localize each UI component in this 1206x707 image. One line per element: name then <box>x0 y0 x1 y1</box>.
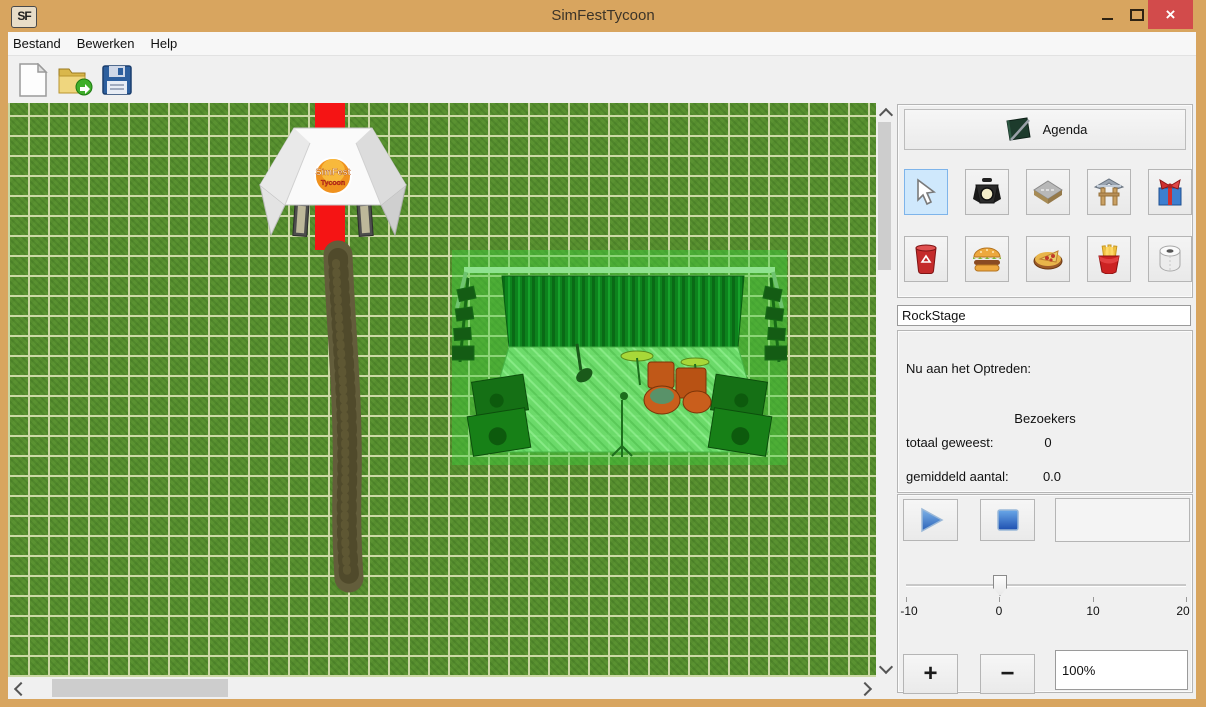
entrance-tent[interactable]: SimFest Tycoon <box>258 123 408 245</box>
cursor-icon <box>913 178 939 206</box>
turnstile-right <box>357 203 373 237</box>
open-file-icon <box>57 63 93 97</box>
pizza-icon <box>1032 246 1064 272</box>
average-visitors-value: 0.0 <box>1012 469 1092 484</box>
scroll-right-icon[interactable] <box>858 682 872 696</box>
tent-logo-text-2: Tycoon <box>321 180 345 187</box>
new-file-icon <box>18 63 48 97</box>
visitors-stats-group: Nu aan het Optreden: Bezoekers totaal ge… <box>897 330 1193 493</box>
stop-button[interactable] <box>980 499 1035 541</box>
save-icon <box>101 64 133 96</box>
turnstile-left <box>293 203 309 237</box>
horizontal-scroll-thumb[interactable] <box>52 679 228 697</box>
tools-group: Agenda <box>897 104 1193 298</box>
close-icon: × <box>1166 0 1176 29</box>
stage-preview[interactable] <box>452 250 787 465</box>
gift-icon <box>1155 177 1185 207</box>
slider-tick <box>999 597 1000 602</box>
tool-entrance-gate-button[interactable] <box>1087 169 1131 215</box>
total-visitors-value: 0 <box>1008 435 1088 450</box>
total-visitors-label: totaal geweest: <box>906 435 993 450</box>
slider-tick <box>1093 597 1094 602</box>
scroll-up-icon[interactable] <box>879 108 893 122</box>
fries-icon <box>1095 244 1123 274</box>
zoom-out-button[interactable]: − <box>980 654 1035 694</box>
entrance-gate-icon <box>1093 177 1125 207</box>
speed-slider-track[interactable] <box>906 584 1186 587</box>
window-frame-bottom <box>0 699 1206 707</box>
tool-gift-button[interactable] <box>1148 169 1192 215</box>
speaker-stack-right <box>708 374 772 456</box>
agenda-button[interactable]: Agenda <box>904 109 1186 150</box>
tool-road-button[interactable] <box>1026 169 1070 215</box>
menu-bar: Bestand Bewerken Help <box>8 32 1196 56</box>
slider-label-ten: 10 <box>1086 604 1099 618</box>
tool-trash-bin-button[interactable] <box>904 236 948 282</box>
menu-bestand[interactable]: Bestand <box>8 32 69 55</box>
toolbar <box>8 56 1196 103</box>
window-frame-right <box>1196 32 1206 699</box>
app-window: SF SimFestTycoon × Bestand Bewerken Help <box>0 0 1206 707</box>
now-performing-label: Nu aan het Optreden: <box>906 361 1031 376</box>
window-title: SimFestTycoon <box>0 0 1206 32</box>
tool-pizza-button[interactable] <box>1026 236 1070 282</box>
title-bar[interactable]: SF SimFestTycoon × <box>0 0 1206 32</box>
play-icon <box>918 507 944 533</box>
new-file-button[interactable] <box>14 61 52 99</box>
scroll-down-icon[interactable] <box>879 660 893 674</box>
window-frame-left <box>0 32 8 699</box>
menu-help[interactable]: Help <box>143 32 186 55</box>
vertical-scroll-thumb[interactable] <box>878 122 891 270</box>
slider-tick <box>906 597 907 602</box>
tool-fries-button[interactable] <box>1087 236 1131 282</box>
slider-tick <box>1186 597 1187 602</box>
visitors-header: Bezoekers <box>898 411 1192 426</box>
agenda-book-icon <box>1003 117 1033 143</box>
scroll-left-icon[interactable] <box>14 682 28 696</box>
slider-label-min: -10 <box>900 604 917 618</box>
plus-icon: + <box>923 662 937 686</box>
play-button[interactable] <box>903 499 958 541</box>
save-file-button[interactable] <box>98 61 136 99</box>
agenda-label: Agenda <box>1043 122 1088 137</box>
menu-bewerken[interactable]: Bewerken <box>69 32 143 55</box>
spotlight-icon <box>972 177 1002 207</box>
minus-icon: − <box>1000 662 1014 686</box>
burger-icon <box>971 245 1003 273</box>
average-visitors-label: gemiddeld aantal: <box>906 469 1009 484</box>
tool-burger-button[interactable] <box>965 236 1009 282</box>
minimize-button[interactable] <box>1092 0 1122 29</box>
zoom-in-button[interactable]: + <box>903 654 958 694</box>
minimize-icon <box>1102 18 1113 20</box>
slider-label-zero: 0 <box>996 604 1003 618</box>
maximize-icon <box>1130 9 1144 21</box>
zoom-level-input[interactable] <box>1055 650 1188 690</box>
simulation-controls-group: -10 0 10 20 + − <box>897 494 1193 693</box>
close-button[interactable]: × <box>1148 0 1193 29</box>
speed-slider-thumb[interactable] <box>993 575 1007 596</box>
horizontal-scrollbar[interactable] <box>8 677 876 699</box>
trash-bin-icon <box>913 244 939 274</box>
stop-icon <box>996 508 1020 532</box>
slider-label-max: 20 <box>1176 604 1189 618</box>
tent-logo-text-1: SimFest <box>315 167 350 177</box>
toilet-paper-icon <box>1156 244 1184 274</box>
tool-spotlight-button[interactable] <box>965 169 1009 215</box>
tool-select-button[interactable] <box>904 169 948 215</box>
road-tile-icon <box>1032 179 1064 205</box>
status-panel <box>1055 498 1190 542</box>
tool-toilet-paper-button[interactable] <box>1148 236 1192 282</box>
vertical-scrollbar[interactable] <box>876 103 893 677</box>
festival-map-canvas[interactable]: SimFest Tycoon <box>8 103 876 677</box>
open-file-button[interactable] <box>56 61 94 99</box>
stage-name-input[interactable] <box>897 305 1191 326</box>
speaker-stack-left <box>467 374 531 456</box>
